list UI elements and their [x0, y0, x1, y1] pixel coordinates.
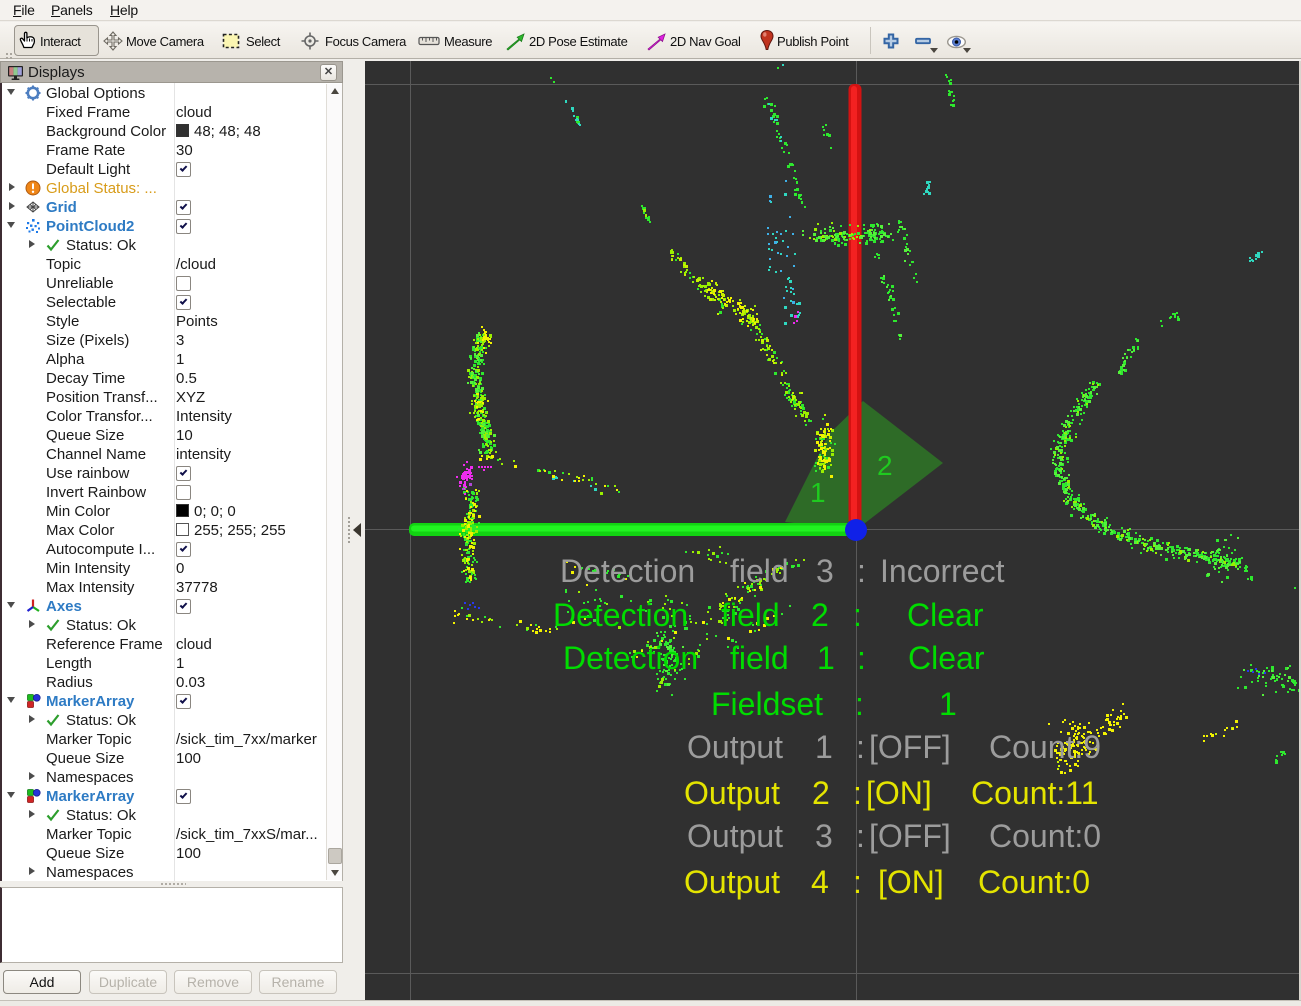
- svg-text:1: 1: [810, 477, 826, 508]
- svg-text:2: 2: [877, 450, 893, 481]
